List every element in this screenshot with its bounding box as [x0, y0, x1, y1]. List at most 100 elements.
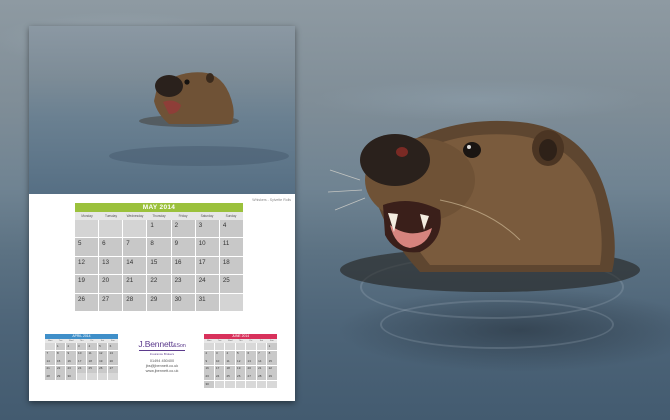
day-cell: 20	[108, 358, 118, 366]
weekday-label: Monday	[81, 214, 93, 218]
day-cell: 5	[75, 238, 99, 256]
day-cell: 25	[219, 275, 243, 293]
otter-photo	[29, 26, 295, 194]
day-cell: 3	[214, 350, 225, 358]
day-cell: 1	[55, 343, 66, 350]
calendar-page: Whiskers - Sylvette Rolls MAY 2014 Monda…	[29, 26, 295, 401]
day-cell: 28	[45, 373, 55, 381]
day-cell: 31	[195, 293, 219, 311]
day-cell	[123, 220, 147, 238]
weekday-label: Wednesday	[126, 214, 144, 218]
day-cell: 26	[75, 293, 99, 311]
day-cell: 16	[204, 365, 214, 373]
day-cell: 26	[97, 365, 108, 373]
day-grid: 1 2 3 4 5 6 7 8 9 10 11 12 13 14 15 16 17 18 19 20 21 22 23 24 2…	[75, 220, 243, 311]
day-cell: 22	[147, 275, 171, 293]
day-cell: 15	[55, 358, 66, 366]
day-cell: 12	[75, 256, 99, 275]
day-cell	[99, 220, 123, 238]
day-cell	[256, 343, 267, 350]
day-cell: 27	[99, 293, 123, 311]
logo-wordmark: J.Bennett&Son	[133, 339, 191, 349]
day-cell: 30	[204, 380, 214, 388]
day-cell: 24	[214, 373, 225, 381]
day-cell: 20	[99, 275, 123, 293]
day-cell: 17	[195, 256, 219, 275]
day-cell	[246, 343, 256, 350]
day-cell: 5	[97, 343, 108, 350]
day-cell: 9	[66, 350, 76, 358]
day-cell	[204, 343, 214, 350]
day-cell: 7	[123, 238, 147, 256]
main-month-calendar: MAY 2014 Monday Tuesday Wednesday Thursday F…	[75, 203, 243, 311]
day-cell	[267, 380, 277, 388]
day-cell: 9	[204, 358, 214, 366]
logo-subtitle: Insurance Brokers	[149, 352, 175, 356]
day-cell: 7	[45, 350, 55, 358]
day-cell: 8	[55, 350, 66, 358]
day-cell	[45, 343, 55, 350]
day-cell	[235, 343, 246, 350]
weekday-label: Tuesday	[104, 214, 118, 218]
day-cell: 14	[256, 358, 267, 366]
day-cell	[246, 380, 256, 388]
day-cell: 5	[235, 350, 246, 358]
day-cell	[256, 380, 267, 388]
contact-website: www.jbennett.co.uk	[145, 369, 179, 374]
day-cell: 29	[147, 293, 171, 311]
month-title: MAY 2014	[75, 203, 243, 212]
day-cell: 8	[267, 350, 277, 358]
day-cell: 24	[195, 275, 219, 293]
day-cell	[214, 380, 225, 388]
day-cell	[97, 373, 108, 381]
day-cell	[235, 380, 246, 388]
contact-details: 01494 450400 jbs@jbennett.co.uk www.jben…	[133, 359, 191, 375]
day-cell: 29	[55, 373, 66, 381]
day-cell: 14	[45, 358, 55, 366]
company-logo-block: J.Bennett&Son Insurance Brokers 01494 45…	[133, 339, 191, 375]
day-cell: 9	[171, 238, 195, 256]
day-cell	[214, 343, 225, 350]
weekday-label: Thursday	[152, 214, 166, 218]
day-cell: 25	[87, 365, 97, 373]
day-cell: 4	[219, 220, 243, 238]
previous-month-calendar: APRIL 2014 Mon Tue Wed Thu Fri Sat Sun 1234567…	[45, 334, 118, 381]
day-cell: 23	[204, 373, 214, 381]
logo-name: J.Bennett	[138, 339, 173, 349]
day-cell: 13	[99, 256, 123, 275]
day-cell: 11	[219, 238, 243, 256]
day-cell: 16	[171, 256, 195, 275]
weekday-label: Sunday	[225, 214, 237, 218]
day-cell: 28	[256, 373, 267, 381]
day-cell: 17	[76, 358, 87, 366]
day-cell: 20	[246, 365, 256, 373]
otter-small-illustration	[109, 72, 289, 166]
day-cell: 22	[267, 365, 277, 373]
day-cell: 10	[214, 358, 225, 366]
day-cell: 1	[147, 220, 171, 238]
day-cell: 2	[66, 343, 76, 350]
day-cell: 18	[219, 256, 243, 275]
day-cell: 10	[195, 238, 219, 256]
day-cell: 19	[97, 358, 108, 366]
day-cell	[108, 373, 118, 381]
day-cell: 16	[66, 358, 76, 366]
day-cell	[87, 373, 97, 381]
day-cell: 24	[76, 365, 87, 373]
day-cell: 13	[246, 358, 256, 366]
logo-underline	[139, 350, 185, 351]
day-cell: 4	[225, 350, 235, 358]
day-cell: 21	[123, 275, 147, 293]
day-cell: 2	[171, 220, 195, 238]
day-cell: 17	[214, 365, 225, 373]
day-cell	[219, 293, 243, 311]
photo-credit: Whiskers - Sylvette Rolls	[252, 198, 291, 202]
day-cell: 30	[171, 293, 195, 311]
next-day-grid: 1 2 3 4 5 6 7 8 9 10 11 12 13 14 15 16 17 18 19 20 21 22 23 24 2…	[204, 343, 277, 388]
day-cell: 12	[235, 358, 246, 366]
day-cell: 25	[225, 373, 235, 381]
day-cell: 11	[225, 358, 235, 366]
day-cell: 29	[267, 373, 277, 381]
day-cell: 12	[97, 350, 108, 358]
day-cell: 6	[99, 238, 123, 256]
